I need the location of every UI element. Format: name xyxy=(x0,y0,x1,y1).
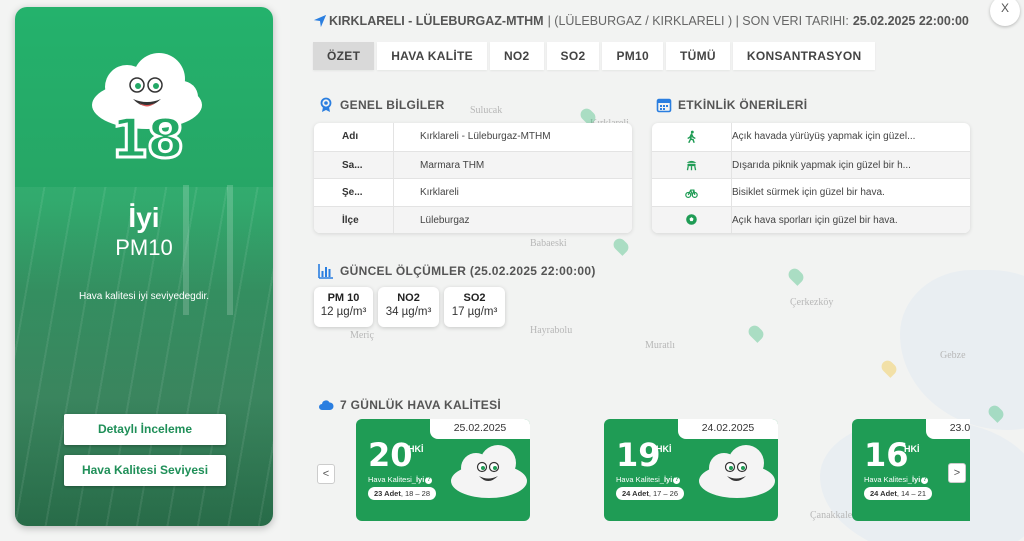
cloud-mascot-icon xyxy=(451,445,527,498)
activity-suggestions-title: ETKİNLİK ÖNERİLERİ xyxy=(656,97,807,113)
tab-hava-kalite[interactable]: HAVA KALİTE xyxy=(377,42,487,70)
last-data-date: 25.02.2025 22:00:00 xyxy=(852,14,969,28)
general-info-title: GENEL BİLGİLER xyxy=(318,97,445,113)
cloud-icon xyxy=(319,400,334,410)
question-icon[interactable]: ? xyxy=(425,476,433,484)
tab-so2[interactable]: SO2 xyxy=(546,42,600,70)
current-measurements-title: GÜNCEL ÖLÇÜMLER (25.02.2025 22:00:00) xyxy=(318,263,596,279)
activity-suggestions-table: Açık havada yürüyüş yapmak için güzel...… xyxy=(652,123,970,233)
dominant-pollutant: PM10 xyxy=(115,235,173,260)
forecast-card[interactable]: 25.02.2025 20 HKİ Hava Kalitesi_İyi? 23 … xyxy=(356,419,530,521)
walking-icon xyxy=(687,130,696,144)
measurement-card-no2[interactable]: NO2 34 µg/m³ xyxy=(378,287,439,327)
table-row: Dışarıda piknik yapmak için güzel bir h.… xyxy=(652,150,970,178)
table-row: İlçe Lüleburgaz xyxy=(314,205,632,233)
forecast-value: 19 xyxy=(616,436,661,474)
aqi-summary-card: 18 İyi PM10 Hava kalitesi iyi seviyedegd… xyxy=(15,7,273,526)
table-row: Açık havada yürüyüş yapmak için güzel... xyxy=(652,123,970,151)
general-info-table: Adı Kırklareli - Lüleburgaz-MTHM Sa... M… xyxy=(314,123,632,233)
tab-konsantrasyon[interactable]: KONSANTRASYON xyxy=(732,42,876,70)
question-icon[interactable]: ? xyxy=(673,476,681,484)
tab-ozet[interactable]: ÖZET xyxy=(313,42,375,70)
table-row: Şe... Kırklareli xyxy=(314,178,632,206)
forecast-card[interactable]: 24.02.2025 19 HKİ Hava Kalitesi_İyi? 24 … xyxy=(604,419,778,521)
forecast-prev-button[interactable]: < xyxy=(317,464,335,484)
navigation-arrow-icon xyxy=(313,14,327,28)
tab-bar: ÖZET HAVA KALİTE NO2 SO2 PM10 TÜMÜ KONSA… xyxy=(313,42,876,70)
aqi-value: 18 xyxy=(109,106,185,172)
forecast-carousel: 25.02.2025 20 HKİ Hava Kalitesi_İyi? 23 … xyxy=(355,419,970,522)
measurement-card-so2[interactable]: SO2 17 µg/m³ xyxy=(444,287,505,327)
question-icon[interactable]: ? xyxy=(921,476,929,484)
tab-tumu[interactable]: TÜMÜ xyxy=(666,42,730,70)
station-header: KIRKLARELI - LÜLEBURGAZ-MTHM | (LÜLEBURG… xyxy=(313,14,969,28)
forecast-date: 25.02.2025 xyxy=(430,419,530,439)
measurement-card-pm10[interactable]: PM 10 12 µg/m³ xyxy=(314,287,373,327)
forecast-title: 7 GÜNLÜK HAVA KALİTESİ xyxy=(318,397,501,413)
aqi-description: Hava kalitesi iyi seviyedegdir. xyxy=(78,291,210,302)
forecast-value: 16 xyxy=(864,436,909,474)
cloud-mascot-icon xyxy=(699,445,775,498)
bar-chart-icon xyxy=(318,264,333,279)
calendar-icon xyxy=(656,98,672,113)
table-row: Bisiklet sürmek için güzel bir hava. xyxy=(652,178,970,206)
picnic-icon xyxy=(686,161,697,171)
detailed-review-button[interactable]: Detaylı İnceleme xyxy=(64,414,226,445)
bicycle-icon xyxy=(685,189,698,198)
table-row: Açık hava sporları için güzel bir hava. xyxy=(652,205,970,233)
station-location: | (LÜLEBURGAZ / KIRKLARELI ) | SON VERI … xyxy=(547,14,849,28)
measurement-cards: PM 10 12 µg/m³ NO2 34 µg/m³ SO2 17 µg/m³ xyxy=(314,287,505,327)
forecast-next-button[interactable]: > xyxy=(948,463,966,483)
forecast-date: 23.02.2025 xyxy=(926,419,970,439)
air-quality-level-button[interactable]: Hava Kalitesi Seviyesi xyxy=(64,455,226,486)
forecast-value: 20 xyxy=(368,436,413,474)
award-ribbon-icon xyxy=(320,97,332,112)
table-row: Adı Kırklareli - Lüleburgaz-MTHM xyxy=(314,123,632,151)
table-row: Sa... Marmara THM xyxy=(314,150,632,178)
tab-pm10[interactable]: PM10 xyxy=(602,42,664,70)
forecast-date: 24.02.2025 xyxy=(678,419,778,439)
aqi-status: İyi xyxy=(128,202,160,233)
soccer-ball-icon xyxy=(686,214,697,226)
tab-no2[interactable]: NO2 xyxy=(489,42,544,70)
station-name: KIRKLARELI - LÜLEBURGAZ-MTHM xyxy=(329,14,544,28)
